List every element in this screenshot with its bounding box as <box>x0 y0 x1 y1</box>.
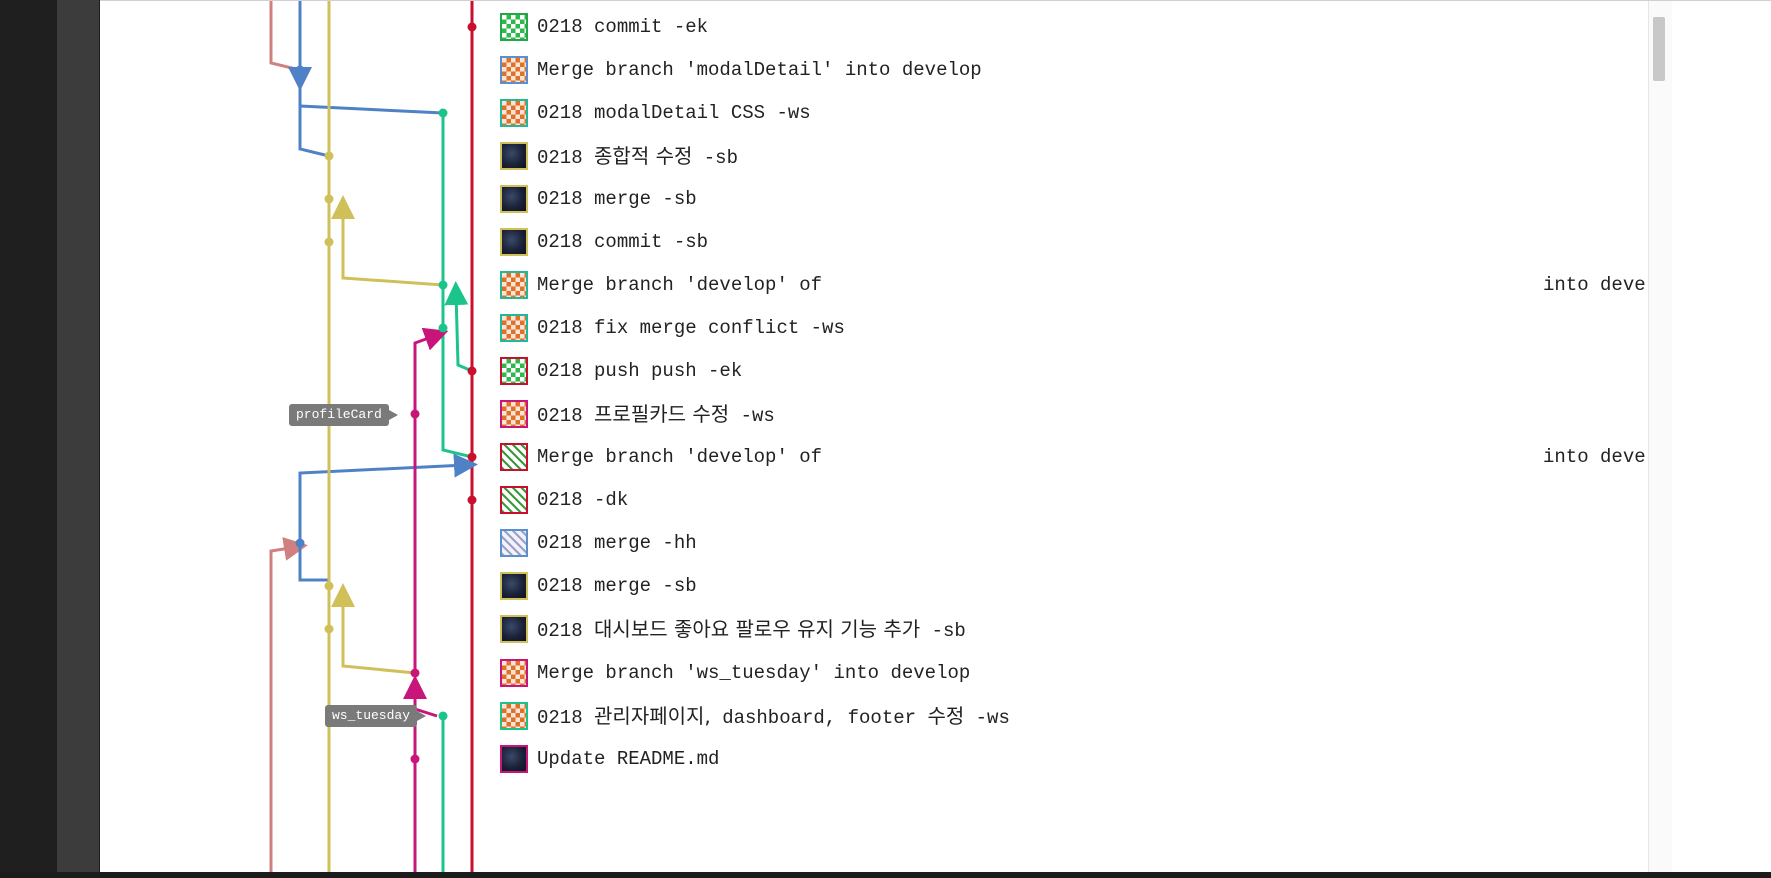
commit-dots <box>295 22 477 764</box>
branch-line-yellow <box>331 195 444 287</box>
branch-line-blue <box>299 104 444 115</box>
commit-row[interactable]: 0218 modalDetail CSS -ws <box>500 95 1650 135</box>
commit-dot[interactable] <box>467 366 477 376</box>
commit-row[interactable]: Merge branch 'develop' of into deve <box>500 439 1650 479</box>
author-avatar <box>500 185 528 213</box>
author-avatar <box>500 142 528 170</box>
commit-message: 0218 대시보드 좋아요 팔로우 유지 기능 추가 -sb <box>537 617 966 642</box>
author-avatar <box>500 99 528 127</box>
commit-row[interactable]: 0218 종합적 수정 -sb <box>500 138 1650 178</box>
commit-row[interactable]: 0218 merge -sb <box>500 568 1650 608</box>
commit-row[interactable]: 0218 merge -hh <box>500 525 1650 565</box>
commit-row[interactable]: 0218 commit -sb <box>500 224 1650 264</box>
git-graph-panel: profileCard ws_tuesday 0218 commit -ek Me… <box>100 0 1771 873</box>
commit-row[interactable]: 0218 merge -sb <box>500 181 1650 221</box>
commit-dot[interactable] <box>410 668 420 678</box>
commit-row[interactable]: Merge branch 'modalDetail' into develop <box>500 52 1650 92</box>
author-avatar <box>500 615 528 643</box>
commit-row[interactable]: 0218 fix merge conflict -ws <box>500 310 1650 350</box>
commit-dot[interactable] <box>324 194 334 204</box>
author-avatar <box>500 659 528 687</box>
commit-message: 0218 프로필카드 수정 -ws <box>537 402 775 427</box>
commit-row[interactable]: 0218 -dk <box>500 482 1650 522</box>
activity-bar <box>0 0 57 878</box>
branch-line-salmon <box>269 537 308 873</box>
branch-line-magenta <box>413 327 449 673</box>
commit-message: 0218 merge -sb <box>537 188 697 210</box>
commit-row[interactable]: 0218 대시보드 좋아요 팔로우 유지 기능 추가 -sb <box>500 611 1650 651</box>
commit-row[interactable]: 0218 push push -ek <box>500 353 1650 393</box>
commit-message: 0218 commit -sb <box>537 231 709 253</box>
commit-dot[interactable] <box>324 151 334 161</box>
branch-line-salmon <box>269 1 301 72</box>
commit-dot[interactable] <box>410 754 420 764</box>
commit-dot[interactable] <box>324 581 334 591</box>
commit-row[interactable]: Merge branch 'ws_tuesday' into develop <box>500 655 1650 695</box>
author-avatar <box>500 529 528 557</box>
author-avatar <box>500 400 528 428</box>
commit-dot[interactable] <box>438 711 448 721</box>
branch-tag-profilecard[interactable]: profileCard <box>289 404 398 426</box>
author-avatar <box>500 702 528 730</box>
author-avatar <box>500 357 528 385</box>
commit-dot[interactable] <box>438 323 448 333</box>
commit-list: 0218 commit -ek Merge branch 'modalDetail… <box>500 1 1650 873</box>
commit-row[interactable]: 0218 관리자페이지, dashboard, footer 수정 -ws <box>500 698 1650 738</box>
scrollbar-thumb[interactable] <box>1653 17 1665 81</box>
commit-message: Merge branch 'ws_tuesday' into develop <box>537 662 971 684</box>
commit-row[interactable]: Update README.md <box>500 741 1650 781</box>
commit-dot[interactable] <box>295 65 305 75</box>
commit-dot[interactable] <box>467 22 477 32</box>
author-avatar <box>500 13 528 41</box>
author-avatar <box>500 745 528 773</box>
commit-dot[interactable] <box>467 495 477 505</box>
branch-tag-ws-tuesday[interactable]: ws_tuesday <box>325 705 427 727</box>
commit-message: 0218 merge -hh <box>537 532 697 554</box>
vertical-scrollbar[interactable] <box>1648 1 1672 873</box>
author-avatar <box>500 486 528 514</box>
commit-dot[interactable] <box>467 452 477 462</box>
branch-line-blue <box>298 70 330 158</box>
commit-message: Merge branch 'develop' of <box>537 274 823 296</box>
commit-message: 0218 merge -sb <box>537 575 697 597</box>
commit-graph <box>269 1 478 873</box>
commit-dot[interactable] <box>438 280 448 290</box>
commit-message: Update README.md <box>537 748 720 770</box>
commit-message: 0218 종합적 수정 -sb <box>537 144 738 169</box>
author-avatar <box>500 572 528 600</box>
commit-dot[interactable] <box>438 108 448 118</box>
commit-dot[interactable] <box>410 409 420 419</box>
commit-row[interactable]: 0218 commit -ek <box>500 9 1650 49</box>
author-avatar <box>500 314 528 342</box>
commit-message: 0218 push push -ek <box>537 360 743 382</box>
commit-message: 0218 commit -ek <box>537 16 709 38</box>
commit-message: 0218 modalDetail CSS -ws <box>537 102 811 124</box>
commit-message: 0218 관리자페이지, dashboard, footer 수정 -ws <box>537 704 1010 729</box>
branch-line-blue <box>298 453 478 582</box>
side-gutter <box>57 0 99 878</box>
commit-message: 0218 -dk <box>537 489 629 511</box>
branch-line-yellow <box>331 583 416 675</box>
commit-dot[interactable] <box>324 624 334 634</box>
commit-row[interactable]: Merge branch 'develop' of into deve <box>500 267 1650 307</box>
branch-line-green <box>444 281 473 373</box>
commit-dot[interactable] <box>295 538 305 548</box>
commit-message-tail: into deve <box>1543 274 1646 296</box>
commit-message-tail: into deve <box>1543 446 1646 468</box>
commit-message: Merge branch 'develop' of <box>537 446 823 468</box>
author-avatar <box>500 56 528 84</box>
author-avatar <box>500 271 528 299</box>
bottom-strip <box>0 872 1771 878</box>
commit-dot[interactable] <box>324 237 334 247</box>
author-avatar <box>500 443 528 471</box>
commit-message: 0218 fix merge conflict -ws <box>537 317 845 339</box>
commit-row[interactable]: 0218 프로필카드 수정 -ws <box>500 396 1650 436</box>
commit-message: Merge branch 'modalDetail' into develop <box>537 59 982 81</box>
author-avatar <box>500 228 528 256</box>
